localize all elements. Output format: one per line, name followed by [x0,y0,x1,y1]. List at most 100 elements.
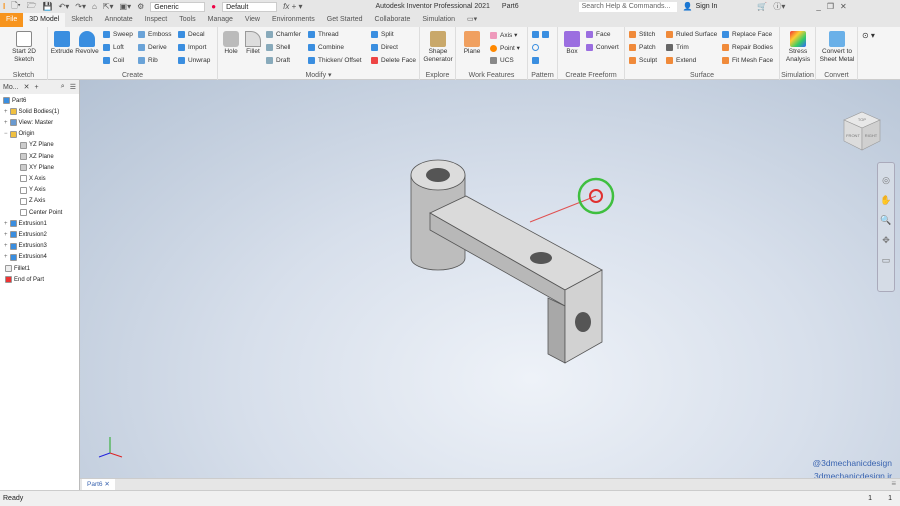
tab-menu-icon[interactable]: ≡ [891,479,896,488]
browser-node-solid-bodies[interactable]: + Solid Bodies(1) [4,108,59,116]
tab-collaborate[interactable]: Collaborate [369,13,417,27]
thread-button[interactable]: Thread [308,31,339,38]
tab-inspect[interactable]: Inspect [139,13,174,27]
box-button[interactable]: Box [560,29,584,56]
look-at-icon[interactable]: ▭ [882,255,891,266]
close-tab-icon[interactable]: ✕ [104,481,109,488]
rectangular-pattern-button[interactable] [532,31,552,38]
rib-button[interactable]: Rib [138,57,158,64]
import-button[interactable]: Import [178,44,206,51]
close-button[interactable]: ✕ [840,2,847,11]
material-select[interactable]: Generic [150,1,206,12]
fillet-button[interactable]: Fillet [242,29,264,56]
browser-node-xz-plane[interactable]: XZ Plane [20,153,54,160]
model-canvas[interactable] [80,80,900,478]
expand-toggle-icon[interactable]: + [4,109,8,115]
help-icon[interactable]: ⓘ▾ [773,1,785,12]
cart-icon[interactable]: 🛒 [757,2,767,11]
thicken-offset-button[interactable]: Thicken/ Offset [308,57,362,64]
browser-node-y-axis[interactable]: Y Axis [20,186,46,194]
coil-button[interactable]: Coil [103,57,124,64]
expand-toggle-icon[interactable]: − [4,131,8,137]
update-icon[interactable]: ▣▾ [120,2,132,11]
graphics-viewport[interactable]: TOP FRONT RIGHT ◎ ✋ 🔍 ✥ ▭ @3dmechanicdes… [80,80,900,481]
trim-button[interactable]: Trim [666,44,689,51]
appearance-select[interactable]: Default [222,1,278,12]
browser-node-extrusion2[interactable]: + Extrusion2 [4,231,47,239]
emboss-button[interactable]: Emboss [138,31,171,38]
hole-button[interactable]: Hole [220,29,242,56]
browser-node-x-axis[interactable]: X Axis [20,175,46,183]
expand-toggle-icon[interactable]: + [4,243,8,249]
close-browser-tab-icon[interactable]: ✕ [24,83,30,91]
tab-view[interactable]: View [239,13,266,27]
stress-analysis-button[interactable]: Stress Analysis [781,29,815,64]
steering-wheel-icon[interactable]: ◎ [882,175,890,186]
browser-tab[interactable]: Mo... [3,84,19,91]
new-icon[interactable]: 🗋▾ [11,0,20,14]
expand-toggle-icon[interactable]: + [4,254,8,260]
ucs-button[interactable]: UCS [490,57,514,64]
undo-icon[interactable]: ↶▾ [59,2,70,11]
restore-button[interactable]: ❐ [827,2,834,11]
ruled-surface-button[interactable]: Ruled Surface [666,31,717,38]
expand-toggle-icon[interactable]: + [4,120,8,126]
browser-node-xy-plane[interactable]: XY Plane [20,164,54,172]
loft-button[interactable]: Loft [103,44,124,51]
browser-node-center-point[interactable]: Center Point [20,209,62,216]
fit-mesh-face-button[interactable]: Fit Mesh Face [722,57,773,64]
decal-button[interactable]: Decal [178,31,205,38]
tab-file[interactable]: File [0,13,24,27]
sculpt-button[interactable]: Sculpt [629,57,657,64]
start-sketch-button[interactable]: Start 2D Sketch [6,29,42,64]
derive-button[interactable]: Derive [138,44,167,51]
shape-generator-button[interactable]: Shape Generator [421,29,455,64]
ribbon-options-button[interactable]: ⊙ ▾ [862,31,875,40]
extrude-button[interactable]: Extrude [50,29,74,56]
tab-get-started[interactable]: Get Started [321,13,369,27]
viewcube[interactable]: TOP FRONT RIGHT [842,110,882,152]
direct-button[interactable]: Direct [371,44,398,51]
add-browser-tab-icon[interactable]: + [34,84,38,91]
browser-node-origin[interactable]: − Origin [4,130,35,138]
zoom-icon[interactable]: 🔍 [880,215,891,226]
extend-button[interactable]: Extend [666,57,696,64]
sweep-button[interactable]: Sweep [103,31,133,38]
draft-button[interactable]: Draft [266,57,290,64]
plane-button[interactable]: Plane [459,29,485,56]
tab-tools[interactable]: Tools [173,13,201,27]
chamfer-button[interactable]: Chamfer [266,31,301,38]
browser-node-fillet1[interactable]: Fillet1 [5,265,30,272]
fx-icon[interactable]: fx + ▾ [283,2,302,11]
browser-node-extrusion1[interactable]: + Extrusion1 [4,220,47,228]
save-icon[interactable]: 💾 [43,2,53,11]
tab-3d-model[interactable]: 3D Model [23,13,66,27]
patch-button[interactable]: Patch [629,44,656,51]
expand-toggle-icon[interactable]: + [4,232,8,238]
replace-face-button[interactable]: Replace Face [722,31,772,38]
browser-node-extrusion4[interactable]: + Extrusion4 [4,253,47,261]
menu-icon[interactable]: ☰ [70,83,76,91]
browser-node-end-of-part[interactable]: End of Part [5,276,44,284]
convert-sheet-metal-button[interactable]: Convert to Sheet Metal [817,29,857,64]
browser-node-yz-plane[interactable]: YZ Plane [20,141,54,149]
modify-dropdown[interactable]: Modify ▾ [218,71,419,79]
settings-icon[interactable]: ⚙ [137,2,144,11]
select-icon[interactable]: ⇱▾ [103,2,114,11]
browser-node-z-axis[interactable]: Z Axis [20,197,45,205]
redo-icon[interactable]: ↷▾ [75,2,86,11]
shell-button[interactable]: Shell [266,44,290,51]
convert-button[interactable]: Convert [586,44,619,51]
part-model[interactable] [98,159,615,458]
sign-in-link[interactable]: Sign In [696,3,718,10]
unwrap-button[interactable]: Unwrap [178,57,210,64]
orbit-icon[interactable]: ✥ [882,235,890,246]
browser-node-extrusion3[interactable]: + Extrusion3 [4,242,47,250]
sketch-pattern-button[interactable] [532,57,542,64]
open-icon[interactable]: 🗁 [27,0,37,14]
delete-face-button[interactable]: Delete Face [371,57,416,64]
tab-sketch[interactable]: Sketch [65,13,98,27]
document-tab-part6[interactable]: Part6 ✕ [82,479,115,490]
revolve-button[interactable]: Revolve [74,29,100,56]
minimize-button[interactable]: _ [816,2,820,11]
